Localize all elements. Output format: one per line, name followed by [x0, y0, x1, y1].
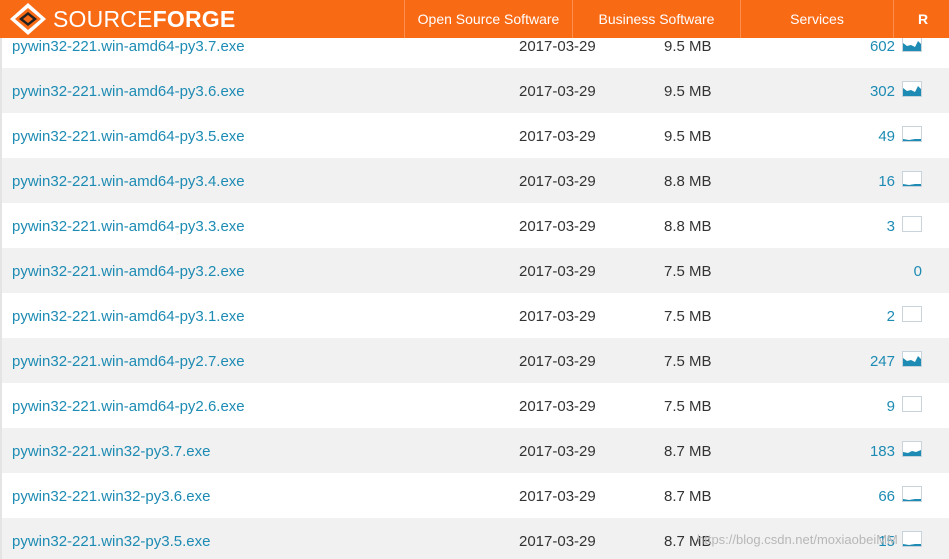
- download-sparkline-icon[interactable]: [902, 486, 922, 502]
- file-name-link[interactable]: pywin32-221.win32-py3.5.exe: [12, 533, 210, 550]
- download-sparkline-icon[interactable]: [902, 396, 922, 412]
- file-date: 2017-03-29: [519, 263, 596, 280]
- table-row: pywin32-221.win-amd64-py3.6.exe 2017-03-2…: [0, 68, 949, 113]
- file-size: 7.5 MB: [664, 308, 712, 325]
- download-sparkline-icon[interactable]: [902, 216, 922, 232]
- table-row: pywin32-221.win-amd64-py3.1.exe 2017-03-2…: [0, 293, 949, 338]
- download-count[interactable]: 3: [887, 218, 895, 235]
- site-header: SOURCEFORGE Open Source Software Busines…: [0, 0, 949, 38]
- download-sparkline-icon[interactable]: [902, 306, 922, 322]
- download-count[interactable]: 9: [887, 398, 895, 415]
- watermark: https://blog.csdn.net/moxiaobeiMM: [697, 532, 898, 547]
- logo-text-thin: SOURCE: [53, 5, 153, 32]
- file-date: 2017-03-29: [519, 443, 596, 460]
- table-row: pywin32-221.win-amd64-py2.7.exe 2017-03-2…: [0, 338, 949, 383]
- nav-business-software[interactable]: Business Software: [572, 0, 740, 38]
- file-size: 9.5 MB: [664, 83, 712, 100]
- file-date: 2017-03-29: [519, 83, 596, 100]
- file-name-link[interactable]: pywin32-221.win-amd64-py3.5.exe: [12, 128, 245, 145]
- file-date: 2017-03-29: [519, 533, 596, 550]
- logo-text-bold: FORGE: [152, 5, 236, 32]
- file-size: 7.5 MB: [664, 353, 712, 370]
- table-row: pywin32-221.win-amd64-py3.4.exe 2017-03-2…: [0, 158, 949, 203]
- file-name-link[interactable]: pywin32-221.win32-py3.7.exe: [12, 443, 210, 460]
- file-date: 2017-03-29: [519, 308, 596, 325]
- download-sparkline-icon[interactable]: [902, 441, 922, 457]
- download-sparkline-icon[interactable]: [902, 36, 922, 52]
- download-count[interactable]: 602: [870, 38, 895, 55]
- file-date: 2017-03-29: [519, 218, 596, 235]
- table-row: pywin32-221.win-amd64-py2.6.exe 2017-03-2…: [0, 383, 949, 428]
- file-name-link[interactable]: pywin32-221.win32-py3.6.exe: [12, 488, 210, 505]
- file-date: 2017-03-29: [519, 128, 596, 145]
- logo-text: SOURCEFORGE: [53, 6, 235, 33]
- table-row: pywin32-221.win32-py3.6.exe 2017-03-29 8.7…: [0, 473, 949, 518]
- download-count[interactable]: 66: [878, 488, 895, 505]
- file-name-link[interactable]: pywin32-221.win-amd64-py3.3.exe: [12, 218, 245, 235]
- nav-resources[interactable]: R: [893, 0, 949, 38]
- file-name-link[interactable]: pywin32-221.win-amd64-py3.7.exe: [12, 38, 245, 55]
- file-size: 9.5 MB: [664, 38, 712, 55]
- file-size: 8.7 MB: [664, 443, 712, 460]
- file-size: 8.7 MB: [664, 488, 712, 505]
- sourceforge-diamond-icon: [10, 3, 46, 35]
- file-size: 7.5 MB: [664, 398, 712, 415]
- download-count[interactable]: 247: [870, 353, 895, 370]
- file-name-link[interactable]: pywin32-221.win-amd64-py3.4.exe: [12, 173, 245, 190]
- file-name-link[interactable]: pywin32-221.win-amd64-py2.7.exe: [12, 353, 245, 370]
- download-count[interactable]: 49: [878, 128, 895, 145]
- file-size: 8.8 MB: [664, 218, 712, 235]
- table-row: pywin32-221.win-amd64-py3.3.exe 2017-03-2…: [0, 203, 949, 248]
- file-name-link[interactable]: pywin32-221.win-amd64-py3.2.exe: [12, 263, 245, 280]
- file-date: 2017-03-29: [519, 173, 596, 190]
- file-date: 2017-03-29: [519, 353, 596, 370]
- download-sparkline-icon[interactable]: [902, 351, 922, 367]
- download-count[interactable]: 2: [887, 308, 895, 325]
- file-size: 8.8 MB: [664, 173, 712, 190]
- file-date: 2017-03-29: [519, 38, 596, 55]
- file-date: 2017-03-29: [519, 488, 596, 505]
- table-row: pywin32-221.win32-py3.7.exe 2017-03-29 8.7…: [0, 428, 949, 473]
- file-name-link[interactable]: pywin32-221.win-amd64-py2.6.exe: [12, 398, 245, 415]
- file-date: 2017-03-29: [519, 398, 596, 415]
- nav-open-source-software[interactable]: Open Source Software: [404, 0, 572, 38]
- download-sparkline-icon[interactable]: [902, 126, 922, 142]
- table-row: pywin32-221.win-amd64-py3.5.exe 2017-03-2…: [0, 113, 949, 158]
- download-count[interactable]: 0: [914, 263, 922, 280]
- download-sparkline-icon[interactable]: [902, 531, 922, 547]
- download-sparkline-icon[interactable]: [902, 81, 922, 97]
- nav-services[interactable]: Services: [740, 0, 893, 38]
- download-count[interactable]: 16: [878, 173, 895, 190]
- download-count[interactable]: 183: [870, 443, 895, 460]
- file-size: 9.5 MB: [664, 128, 712, 145]
- file-name-link[interactable]: pywin32-221.win-amd64-py3.1.exe: [12, 308, 245, 325]
- file-name-link[interactable]: pywin32-221.win-amd64-py3.6.exe: [12, 83, 245, 100]
- download-sparkline-icon[interactable]: [902, 171, 922, 187]
- download-count[interactable]: 302: [870, 83, 895, 100]
- table-row: pywin32-221.win-amd64-py3.2.exe 2017-03-2…: [0, 248, 949, 293]
- sourceforge-logo[interactable]: SOURCEFORGE: [0, 0, 404, 38]
- file-size: 7.5 MB: [664, 263, 712, 280]
- files-table: pywin32-221.win-amd64-py3.7.exe 2017-03-2…: [0, 23, 949, 559]
